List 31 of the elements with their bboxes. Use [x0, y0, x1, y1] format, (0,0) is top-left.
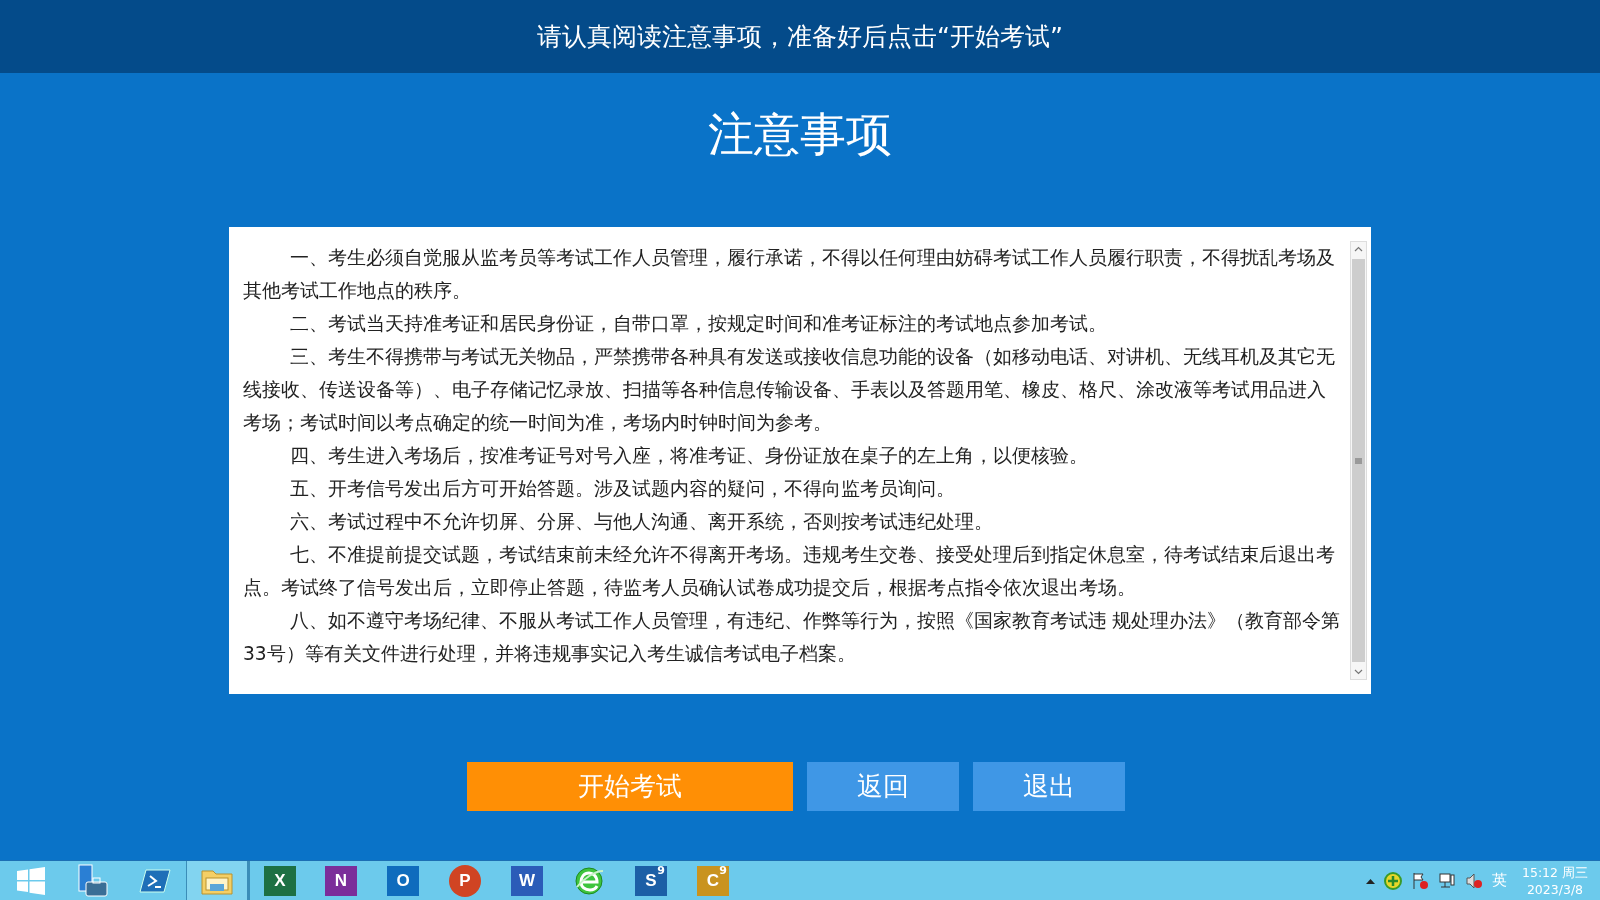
network-icon[interactable] [1438, 871, 1456, 890]
action-button[interactable]: 返回 [806, 762, 959, 811]
scrollbar[interactable] [1350, 241, 1367, 680]
action-button[interactable]: 退出 [972, 762, 1125, 811]
start-exam-button[interactable]: 开始考试 [466, 762, 793, 811]
app-icon[interactable]: N [325, 865, 357, 896]
app-icon[interactable]: W [511, 865, 543, 896]
page-title: 注意事项 [708, 106, 892, 163]
instruction-text: 请认真阅读注意事项，准备好后点击“开始考试” [537, 21, 1063, 53]
notice-paragraph: 四、考生进入考场后，按准考证号对号入座，将准考证、身份证放在桌子的左上角，以便核验。 [288, 444, 1089, 468]
notice-paragraph: 七、不准提前提交试题，考试结束前未经允许不得离开考场。违规考生交卷、接受处理后到指定休息室，待考试结束后退出考点。考试终了信号发出后，立即停止答题，待监考人员确认试卷成功提交后，根据考点指令依次退出考场。 [243, 543, 1336, 600]
caret-icon[interactable] [1366, 877, 1375, 884]
scroll-thumb[interactable] [1352, 259, 1365, 662]
app-icon[interactable]: O [387, 865, 419, 896]
terminal-icon[interactable] [139, 866, 171, 895]
flag-icon[interactable] [1411, 871, 1429, 890]
app-icon[interactable]: P [449, 864, 481, 897]
input-method-indicator[interactable]: 英 [1492, 871, 1507, 890]
notice-paragraph: 二、考试当天持准考证和居民身份证，自带口罩，按规定时间和准考证标注的考试地点参加考试。 [288, 312, 1108, 336]
plus-circle-icon[interactable] [1384, 871, 1402, 890]
notice-paragraph: 六、考试过程中不允许切屏、分屏、与他人沟通、离开系统，否则按考试违纪处理。 [288, 510, 994, 534]
app-icon[interactable]: X [264, 865, 296, 896]
notice-paragraph: 一、考生必须自觉服从监考员等考试工作人员管理，履行承诺，不得以任何理由妨碍考试工作人员履行职责，不得扰乱考场及其他考试工作地点的秩序。 [243, 246, 1336, 303]
server-toolbox-icon[interactable] [77, 863, 109, 898]
notice-paragraph: 五、开考信号发出后方可开始答题。涉及试题内容的疑问，不得向监考员询问。 [288, 477, 956, 501]
notice-paragraph: 八、如不遵守考场纪律、不服从考试工作人员管理，有违纪、作弊等行为，按照《国家教育考试违 规处理办法》（教育部令第33号）等有关文件进行处理，并将违规事实记入考生诚信考试电子档案。 [243, 609, 1342, 666]
clock-time[interactable]: 15:12 周三 [1522, 863, 1588, 881]
clock-date[interactable]: 2023/3/8 [1526, 880, 1584, 898]
speaker-muted-icon[interactable] [1465, 871, 1483, 890]
notice-paragraph: 三、考生不得携带与考试无关物品，严禁携带各种具有发送或接收信息功能的设备（如移动电话、对讲机、无线耳机及其它无线接收、传送设备等）、电子存储记忆录放、扫描等各种信息传输设备、手表以及答题用笔、橡皮、格尺、涂改液等考试用品进入考场；考试时间以考点确定的统一时间为准，考场内时钟时间为参考。 [243, 345, 1336, 435]
browser-icon[interactable] [573, 864, 605, 897]
